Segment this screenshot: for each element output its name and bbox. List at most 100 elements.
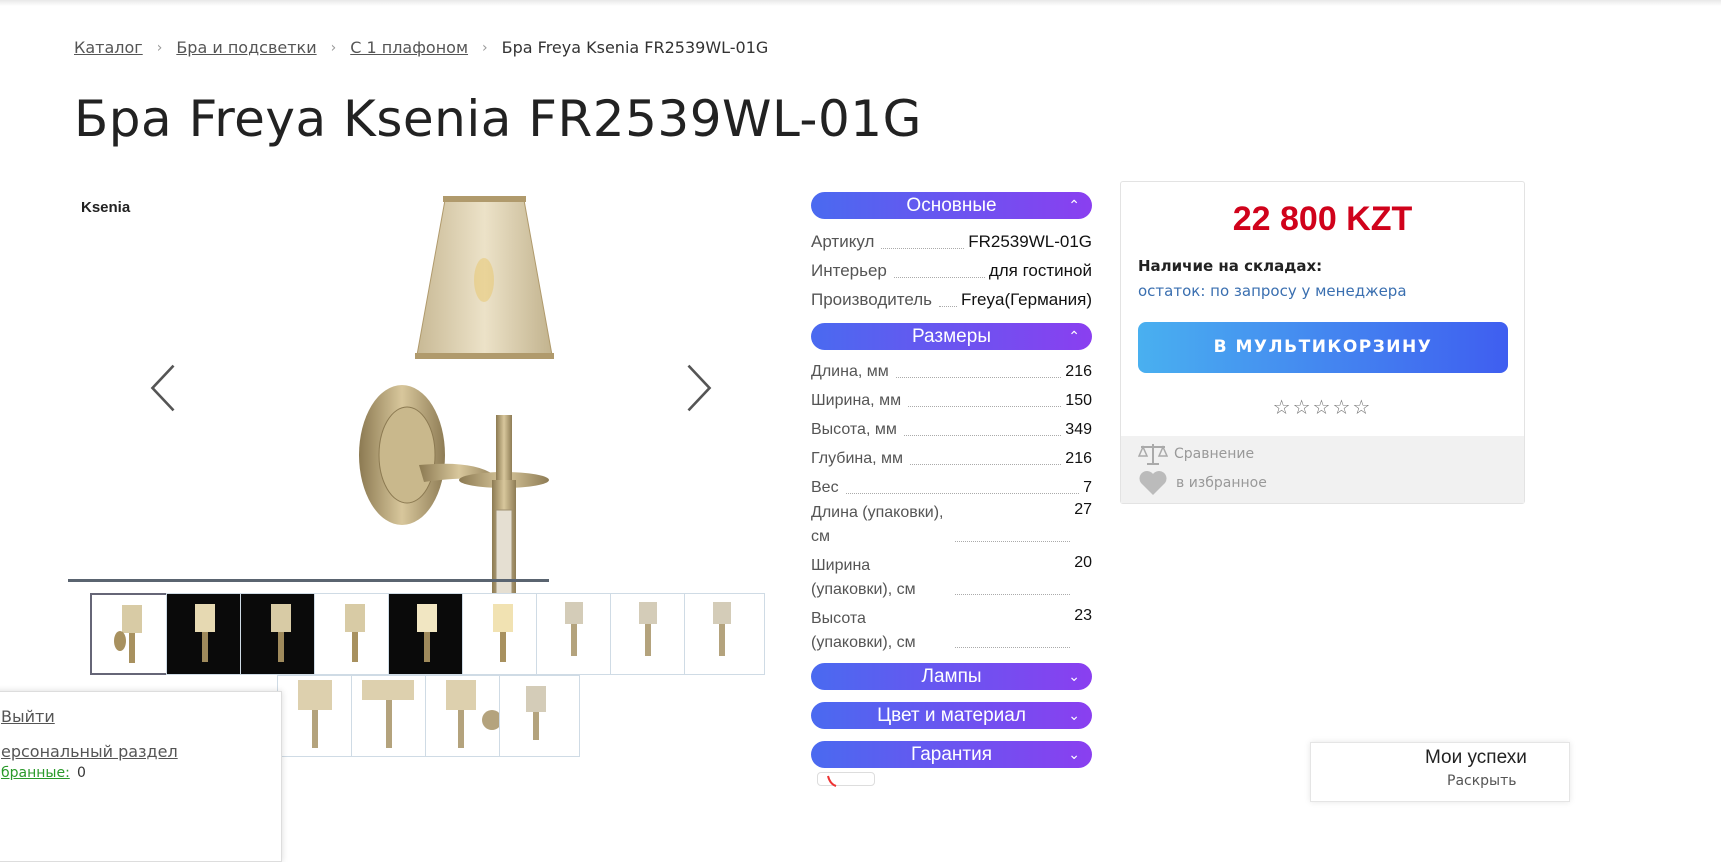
spec-key: Вес — [811, 479, 842, 497]
spec-value: 20 — [1074, 554, 1092, 571]
compare-button[interactable]: Сравнение — [1138, 442, 1254, 466]
thumbnail[interactable] — [462, 593, 543, 675]
breadcrumb-catalog-link[interactable]: Каталог — [74, 38, 143, 57]
pdf-icon[interactable] — [817, 772, 875, 787]
breadcrumb-sconces-link[interactable]: Бра и подсветки — [176, 38, 316, 57]
section-lamps-title: Лампы — [921, 666, 982, 687]
thumbnail[interactable] — [90, 593, 171, 675]
spec-row: Артикул FR2539WL-01G — [811, 223, 1092, 252]
section-sizes-header[interactable]: Размеры ⌃ — [811, 323, 1092, 350]
spec-dots — [893, 277, 985, 278]
spec-value: 216 — [1065, 450, 1092, 467]
spec-row: Вес 7 — [811, 468, 1092, 497]
spec-row: Интерьер для гостиной — [811, 252, 1092, 281]
spec-dots — [955, 594, 1071, 595]
heart-icon — [1139, 471, 1167, 495]
compare-label: Сравнение — [1174, 446, 1255, 462]
product-image-gallery[interactable] — [74, 190, 604, 643]
thumbnail[interactable] — [166, 593, 247, 675]
spec-key: Артикул — [811, 232, 878, 252]
spec-row: Ширина (упаковки), см 20 — [811, 550, 1092, 603]
thumbnail[interactable] — [314, 593, 395, 675]
thumbnail[interactable] — [499, 675, 580, 757]
top-shadow — [0, 0, 1721, 6]
spec-row: Производитель Freya(Германия) — [811, 281, 1092, 310]
spec-dots — [910, 464, 1062, 465]
spec-value: Freya(Германия) — [961, 290, 1092, 309]
spec-key: Ширина (упаковки), см — [811, 550, 951, 602]
page-title: Бра Freya Ksenia FR2539WL-01G — [74, 90, 922, 148]
chevron-down-icon: ⌄ — [1068, 707, 1080, 723]
spec-value: 216 — [1065, 363, 1092, 380]
thumbnail[interactable] — [610, 593, 691, 675]
breadcrumb-current: Бра Freya Ksenia FR2539WL-01G — [501, 38, 769, 57]
achievements-toggle[interactable]: Раскрыть — [1447, 773, 1517, 789]
gallery-next-arrow-icon[interactable] — [684, 363, 714, 413]
gallery-progress-bar — [68, 579, 549, 582]
spec-dots — [881, 248, 965, 249]
stock-label: Наличие на складах: — [1138, 257, 1323, 275]
chevron-down-icon: ⌄ — [1068, 668, 1080, 684]
spec-key: Ширина, мм — [811, 392, 905, 410]
specifications-panel: Основные ⌃ Артикул FR2539WL-01G Интерьер… — [811, 192, 1092, 768]
favorite-label: в избранное — [1176, 475, 1267, 491]
spec-value: 349 — [1065, 421, 1092, 438]
section-basic-title: Основные — [906, 195, 997, 216]
breadcrumb-separator-icon: › — [482, 39, 488, 56]
favorites-link[interactable]: бранные: — [1, 765, 70, 781]
spec-key: Высота, мм — [811, 421, 900, 439]
spec-key: Длина (упаковки), см — [811, 497, 951, 549]
scales-icon — [1138, 444, 1168, 465]
thumbnail[interactable] — [240, 593, 321, 675]
chevron-down-icon: ⌄ — [1068, 746, 1080, 762]
spec-value: 23 — [1074, 607, 1092, 624]
thumbnail[interactable] — [684, 593, 765, 675]
favorite-button[interactable]: в избранное — [1138, 470, 1267, 496]
spec-row: Ширина, мм 150 — [811, 381, 1092, 410]
add-to-multicart-button[interactable]: В МУЛЬТИКОРЗИНУ — [1138, 322, 1508, 373]
buy-box: 22 800 KZT Наличие на складах: остаток: … — [1120, 181, 1525, 504]
section-warranty-title: Гарантия — [910, 744, 993, 765]
spec-row: Глубина, мм 216 — [811, 439, 1092, 468]
spec-row: Длина, мм 216 — [811, 352, 1092, 381]
spec-dots — [939, 306, 957, 307]
breadcrumb-separator-icon: › — [156, 39, 163, 56]
spec-dots — [845, 493, 1080, 494]
breadcrumb-one-shade-link[interactable]: С 1 плафоном — [350, 38, 468, 57]
spec-key: Высота (упаковки), см — [811, 603, 951, 655]
spec-row: Высота (упаковки), см 23 — [811, 603, 1092, 656]
price: 22 800 KZT — [1232, 200, 1413, 238]
thumbnail[interactable] — [351, 675, 432, 757]
product-main-image — [359, 196, 554, 643]
spec-key: Производитель — [811, 290, 936, 310]
section-color-header[interactable]: Цвет и материал ⌄ — [811, 702, 1092, 729]
section-sizes-title: Размеры — [912, 326, 991, 347]
rating-stars[interactable]: ☆☆☆☆☆ — [1121, 395, 1524, 419]
breadcrumb-separator-icon: › — [330, 39, 337, 56]
chevron-up-icon: ⌃ — [1068, 328, 1080, 344]
spec-row: Длина (упаковки), см 27 — [811, 497, 1092, 550]
gallery-prev-arrow-icon[interactable] — [148, 363, 178, 413]
stock-value[interactable]: остаток: по запросу у менеджера — [1138, 282, 1407, 300]
section-basic-header[interactable]: Основные ⌃ — [811, 192, 1092, 219]
spec-value: FR2539WL-01G — [968, 232, 1092, 251]
thumbnail[interactable] — [277, 675, 358, 757]
thumbnail[interactable] — [425, 675, 506, 757]
spec-key: Длина, мм — [811, 363, 892, 381]
thumbnail[interactable] — [388, 593, 469, 675]
thumbnail[interactable] — [536, 593, 617, 675]
logout-link[interactable]: Выйти — [1, 707, 55, 726]
spec-dots — [955, 541, 1071, 542]
breadcrumb: Каталог › Бра и подсветки › С 1 плафоном… — [74, 38, 768, 57]
favorites-count: 0 — [77, 765, 86, 781]
spec-row: Высота, мм 349 — [811, 410, 1092, 439]
user-panel: Выйти ерсональный раздел бранные: 0 — [0, 691, 282, 862]
section-warranty-header[interactable]: Гарантия ⌄ — [811, 741, 1092, 768]
spec-key: Глубина, мм — [811, 450, 907, 468]
spec-key: Интерьер — [811, 261, 890, 281]
spec-value: 150 — [1065, 392, 1092, 409]
spec-dots — [908, 406, 1062, 407]
section-lamps-header[interactable]: Лампы ⌄ — [811, 663, 1092, 690]
personal-section-link[interactable]: ерсональный раздел — [1, 742, 178, 761]
section-color-title: Цвет и материал — [877, 705, 1026, 726]
